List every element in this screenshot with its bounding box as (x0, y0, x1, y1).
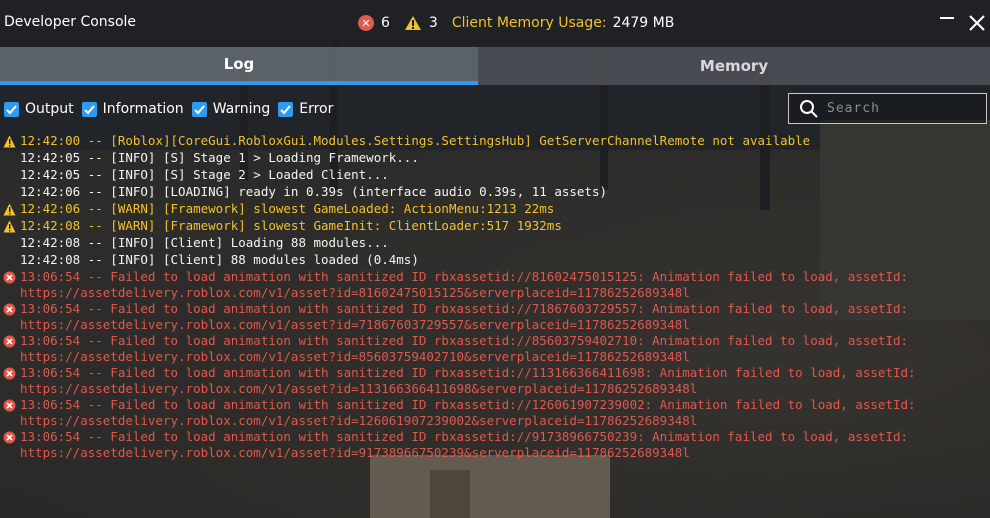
checkbox-icon[interactable] (278, 101, 294, 117)
close-button[interactable] (967, 13, 987, 33)
checkbox-icon[interactable] (81, 101, 97, 117)
log-entry-error: 13:06:54 -- Failed to load animation wit… (0, 301, 990, 333)
error-icon (3, 335, 16, 348)
log-text: 13:06:54 -- Failed to load animation wit… (20, 397, 916, 428)
log-entry-output: 12:42:08 -- [INFO] [Client] 88 modules l… (0, 252, 990, 269)
log-text: 12:42:06 -- [INFO] [LOADING] ready in 0.… (20, 184, 607, 199)
log-entry-output: 12:42:05 -- [INFO] [S] Stage 2 > Loaded … (0, 167, 990, 184)
error-icon (3, 271, 16, 284)
log-entry-output: 12:42:05 -- [INFO] [S] Stage 1 > Loading… (0, 150, 990, 167)
search-icon (800, 99, 818, 118)
filter-information-label: Information (102, 101, 184, 117)
minimize-button[interactable] (937, 13, 957, 33)
log-text: 12:42:08 -- [INFO] [Client] 88 modules l… (20, 252, 419, 267)
checkbox-icon[interactable] (191, 101, 207, 117)
filter-output-label: Output (25, 101, 74, 117)
log-entry-warning: 12:42:08 -- [WARN] [Framework] slowest G… (0, 218, 990, 235)
error-icon (3, 431, 16, 444)
minimize-icon (940, 17, 954, 19)
log-text: 12:42:00 -- [Roblox][CoreGui.RobloxGui.M… (20, 133, 811, 148)
log-entry-warning: 12:42:06 -- [WARN] [Framework] slowest G… (0, 201, 990, 218)
warning-count[interactable]: 3 (429, 15, 438, 31)
error-icon (3, 303, 16, 316)
error-icon (3, 367, 16, 380)
log-text: 13:06:54 -- Failed to load animation wit… (20, 429, 909, 460)
title-bar: Developer Console ✕ 6 3 Client Memory Us… (0, 0, 990, 46)
log-text: 12:42:06 -- [WARN] [Framework] slowest G… (20, 201, 555, 216)
error-icon (3, 399, 16, 412)
log-text: 12:42:08 -- [INFO] [Client] Loading 88 m… (20, 235, 389, 250)
log-entry-error: 13:06:54 -- Failed to load animation wit… (0, 365, 990, 397)
filter-output[interactable]: Output (4, 101, 74, 117)
search-input[interactable] (825, 100, 979, 117)
filter-error-label: Error (299, 101, 334, 117)
tab-bar: Log Memory (0, 47, 990, 85)
log-list: 12:42:00 -- [Roblox][CoreGui.RobloxGui.M… (0, 133, 990, 461)
log-text: 13:06:54 -- Failed to load animation wit… (20, 301, 909, 332)
log-filters: Output Information Warning Error (4, 101, 341, 117)
memory-usage-label: Client Memory Usage: (451, 15, 607, 31)
checkbox-icon[interactable] (4, 101, 19, 117)
log-entry-error: 13:06:54 -- Failed to load animation wit… (0, 397, 990, 429)
error-count[interactable]: 6 (381, 15, 390, 31)
warning-icon (3, 220, 16, 233)
filter-warning-label: Warning (212, 101, 271, 117)
error-count-icon[interactable]: ✕ (358, 15, 374, 31)
close-icon (969, 15, 985, 31)
filter-error[interactable]: Error (278, 101, 333, 117)
tab-memory[interactable]: Memory (478, 47, 990, 85)
tab-log[interactable]: Log (0, 47, 478, 85)
log-entry-error: 13:06:54 -- Failed to load animation wit… (0, 333, 990, 365)
log-text: 12:42:08 -- [WARN] [Framework] slowest G… (20, 218, 562, 233)
log-text: 12:42:05 -- [INFO] [S] Stage 2 > Loaded … (20, 167, 389, 182)
log-text: 13:06:54 -- Failed to load animation wit… (20, 333, 909, 364)
log-entry-output: 12:42:08 -- [INFO] [Client] Loading 88 m… (0, 235, 990, 252)
filter-warning[interactable]: Warning (191, 101, 271, 117)
log-text: 13:06:54 -- Failed to load animation wit… (20, 269, 909, 300)
console-stats: ✕ 6 3 Client Memory Usage: 2479 MB (358, 13, 674, 33)
log-entry-error: 13:06:54 -- Failed to load animation wit… (0, 269, 990, 301)
log-text: 13:06:54 -- Failed to load animation wit… (20, 365, 916, 396)
log-entry-error: 13:06:54 -- Failed to load animation wit… (0, 429, 990, 461)
log-entry-warning: 12:42:00 -- [Roblox][CoreGui.RobloxGui.M… (0, 133, 990, 150)
window-title: Developer Console (4, 14, 137, 30)
log-entry-output: 12:42:06 -- [INFO] [LOADING] ready in 0.… (0, 184, 990, 201)
filter-information[interactable]: Information (81, 101, 184, 117)
log-text: 12:42:05 -- [INFO] [S] Stage 1 > Loading… (20, 150, 419, 165)
warning-count-icon[interactable] (404, 15, 422, 31)
warning-icon (3, 203, 16, 216)
warning-icon (3, 135, 16, 148)
search-box[interactable] (788, 93, 987, 124)
memory-usage-value: 2479 MB (612, 15, 675, 31)
